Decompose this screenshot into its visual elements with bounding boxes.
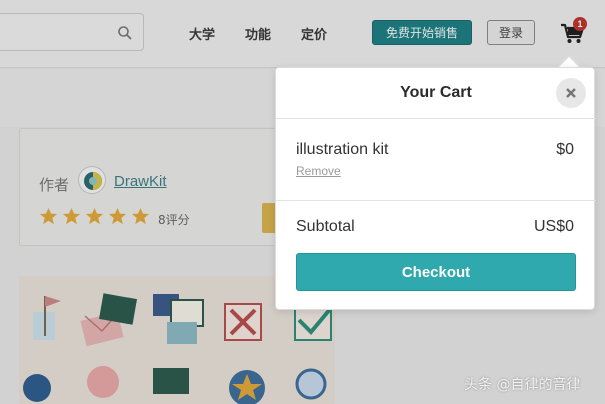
cart-title: Your Cart xyxy=(400,84,472,101)
rating-stars xyxy=(39,207,150,226)
nav-link-pricing[interactable]: 定价 xyxy=(301,24,327,43)
star-icon xyxy=(62,207,81,225)
checkout-button[interactable]: Checkout xyxy=(296,253,576,291)
subtotal-label: Subtotal xyxy=(296,218,355,235)
star-icon xyxy=(85,207,104,225)
cart-popup: Your Cart illustration kit $0 Remove Sub… xyxy=(275,67,596,310)
watermark: 头条 @自律的音律 xyxy=(464,377,581,393)
search-icon[interactable] xyxy=(117,25,133,41)
nav-link-features[interactable]: 功能 xyxy=(245,24,271,43)
rating-count: 8评分 xyxy=(158,213,190,227)
top-navbar: 大学 功能 定价 免费开始销售 登录 1 xyxy=(0,0,605,68)
author-name-link[interactable]: DrawKit xyxy=(114,173,167,190)
star-icon xyxy=(108,207,127,225)
star-icon xyxy=(131,207,150,225)
cart-item-name: illustration kit xyxy=(296,141,389,158)
subtotal-value: US$0 xyxy=(533,218,574,235)
author-logo-icon xyxy=(84,172,102,190)
search-input[interactable] xyxy=(3,22,103,42)
divider xyxy=(276,200,596,201)
start-selling-button[interactable]: 免费开始销售 xyxy=(372,20,472,45)
search-box[interactable] xyxy=(0,13,144,51)
cart-count-badge: 1 xyxy=(573,17,587,31)
author-avatar[interactable] xyxy=(78,166,106,194)
divider xyxy=(276,118,596,119)
close-icon xyxy=(566,88,576,98)
star-icon xyxy=(39,207,58,225)
remove-item-link[interactable]: Remove xyxy=(296,164,341,178)
login-button[interactable]: 登录 xyxy=(487,20,535,45)
cart-item-price: $0 xyxy=(556,141,574,158)
nav-link-university[interactable]: 大学 xyxy=(189,24,215,43)
close-button[interactable] xyxy=(556,78,586,108)
author-label: 作者 xyxy=(39,176,70,194)
